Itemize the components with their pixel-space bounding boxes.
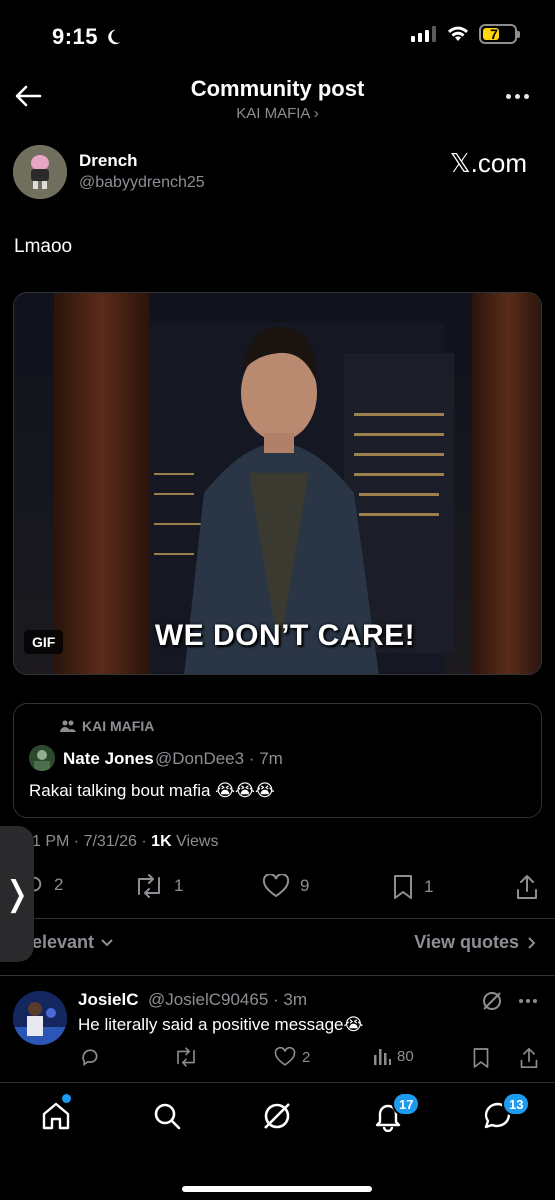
signal-icon	[411, 26, 436, 42]
wifi-icon	[448, 26, 468, 41]
heart-icon	[262, 874, 290, 898]
sort-label: elevant	[32, 932, 95, 952]
gif-media[interactable]	[13, 292, 542, 675]
repost-count: 1	[174, 876, 184, 895]
tab-grok[interactable]	[261, 1100, 293, 1132]
messages-badge: 13	[502, 1092, 531, 1116]
status-indicators: 7	[411, 24, 520, 44]
reply-reply-button[interactable]	[80, 1047, 100, 1067]
more-options-button[interactable]	[506, 94, 529, 99]
reply-text: He literally said a positive message😭	[78, 1015, 364, 1034]
reply-bookmark-button[interactable]	[472, 1047, 490, 1069]
site-label: 𝕏.com	[449, 148, 527, 178]
chevron-right-icon	[528, 936, 536, 949]
quote-community-label: KAI MAFIA	[82, 718, 155, 734]
reply-action-bar: 2 80	[78, 1047, 542, 1071]
bookmark-icon	[473, 1048, 489, 1068]
gif-image	[14, 293, 541, 674]
reply-like-button[interactable]: 2	[274, 1047, 310, 1067]
quote-author-handle[interactable]: @DonDee3 · 7m	[155, 749, 283, 769]
repost-button[interactable]: 1	[134, 874, 183, 898]
page-title: Community post	[190, 76, 365, 101]
search-icon	[154, 1103, 181, 1130]
views-count: 1K	[151, 833, 172, 850]
bookmark-count: 1	[424, 877, 434, 896]
reply-views-button[interactable]: 80	[373, 1047, 414, 1065]
gif-caption: WE DON’T CARE!	[154, 619, 416, 652]
battery-icon: 7	[479, 24, 520, 44]
author-handle[interactable]: @babyydrench25	[79, 174, 205, 192]
home-icon	[42, 1102, 70, 1130]
reply-share-button[interactable]	[519, 1047, 539, 1069]
reply-repost-button[interactable]	[174, 1047, 198, 1067]
tab-messages[interactable]: 13	[482, 1092, 531, 1132]
heart-icon	[274, 1047, 296, 1066]
share-icon	[517, 875, 537, 899]
reply-more-button[interactable]	[519, 999, 537, 1003]
like-count: 9	[300, 876, 310, 895]
status-time: 9:15	[52, 24, 122, 50]
author-name[interactable]: Drench	[79, 151, 138, 171]
reply-author-name[interactable]: JosielC	[78, 990, 138, 1010]
quote-community[interactable]: KAI MAFIA	[60, 718, 154, 734]
view-quotes-button[interactable]: View quotes	[414, 932, 537, 953]
reply-avatar[interactable]	[13, 991, 67, 1045]
reply-view-count: 80	[397, 1047, 414, 1065]
views-label: Views	[171, 833, 219, 850]
post-action-bar: 2 1 9 1	[22, 870, 542, 906]
share-button[interactable]	[515, 874, 539, 900]
home-notification-dot	[62, 1094, 71, 1103]
tab-notifications[interactable]: 17	[372, 1092, 421, 1132]
side-panel-handle[interactable]: ❭	[0, 826, 34, 962]
moon-icon	[108, 29, 121, 45]
divider	[0, 975, 555, 976]
repost-icon	[177, 1047, 195, 1067]
reply-like-count: 2	[302, 1048, 311, 1066]
reply-icon	[82, 1049, 98, 1067]
post-text: Lmaoo	[14, 236, 73, 257]
battery-level: 7	[490, 26, 498, 42]
grok-icon	[264, 1103, 290, 1129]
author-avatar[interactable]	[13, 145, 67, 199]
home-indicator	[182, 1186, 372, 1192]
quote-avatar[interactable]	[29, 745, 55, 771]
more-icon	[506, 94, 511, 99]
repost-icon	[138, 874, 160, 898]
chevron-right-icon: ❭	[2, 875, 32, 913]
like-button[interactable]: 9	[262, 874, 309, 898]
chevron-down-icon	[101, 938, 113, 946]
bookmark-icon	[394, 875, 412, 899]
reply-author-handle[interactable]: @JosielC90465 · 3m	[148, 990, 307, 1010]
sort-relevant-button[interactable]: elevant	[32, 932, 114, 953]
community-icon	[60, 720, 76, 732]
tab-search[interactable]	[151, 1100, 183, 1132]
grok-icon[interactable]	[481, 990, 503, 1012]
divider	[0, 918, 555, 919]
view-quotes-label: View quotes	[414, 932, 519, 952]
notifications-badge: 17	[392, 1092, 421, 1116]
tab-home[interactable]	[40, 1094, 72, 1132]
clock: 9:15	[52, 24, 99, 49]
quote-author-name[interactable]: Nate Jones	[63, 749, 154, 769]
bookmark-button[interactable]: 1	[392, 874, 433, 900]
reply-count: 2	[54, 875, 64, 894]
post-meta: 1 PM · 7/31/26 · 1K Views	[32, 833, 218, 851]
quote-text: Rakai talking bout mafia 😭😭😭	[29, 781, 275, 800]
share-icon	[520, 1048, 538, 1068]
analytics-icon	[374, 1049, 391, 1065]
more-icon	[519, 999, 523, 1003]
post-timestamp: 1 PM · 7/31/26 ·	[32, 833, 152, 850]
community-link[interactable]: KAI MAFIA ›	[0, 105, 555, 122]
